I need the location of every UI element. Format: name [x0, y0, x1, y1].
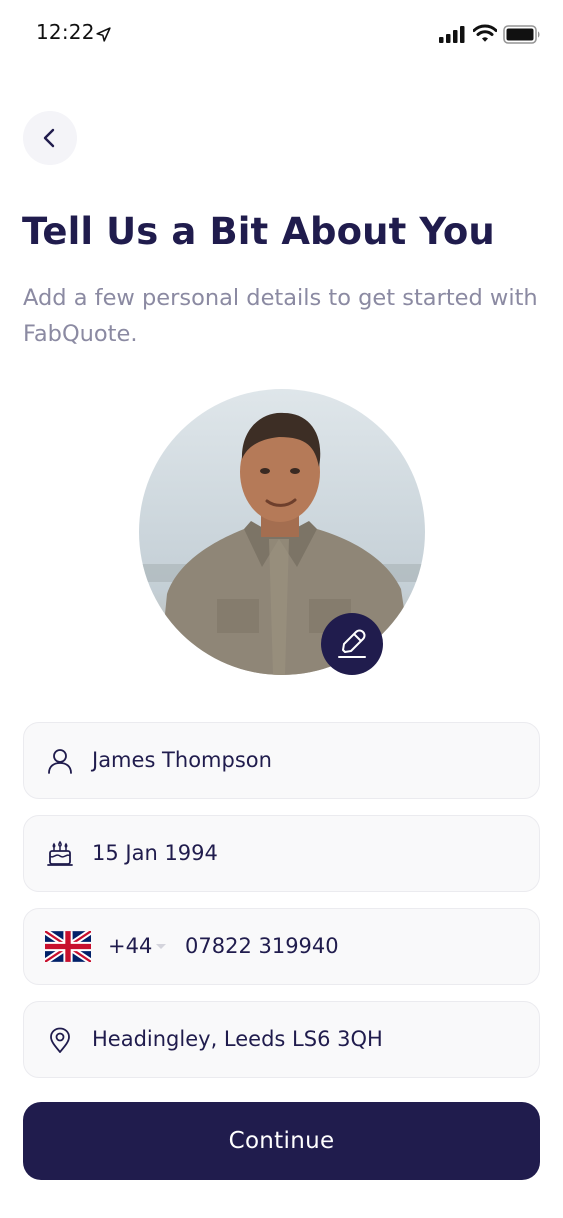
back-button[interactable]	[23, 111, 77, 165]
chevron-down-icon[interactable]	[155, 943, 167, 951]
address-value: Headingley, Leeds LS6 3QH	[92, 1027, 383, 1051]
phone-field[interactable]: +44 07822 319940	[23, 908, 540, 985]
address-field[interactable]: Headingley, Leeds LS6 3QH	[23, 1001, 540, 1078]
birthdate-value: 15 Jan 1994	[92, 841, 218, 865]
dial-code[interactable]: +44	[108, 909, 152, 984]
page-subtitle: Add a few personal details to get starte…	[23, 285, 538, 347]
signal-icon	[439, 26, 465, 43]
location-pin-icon	[46, 1026, 74, 1054]
name-value: James Thompson	[92, 748, 272, 772]
page-title: Tell Us a Bit About You	[22, 210, 495, 253]
uk-flag-icon[interactable]	[45, 931, 91, 962]
location-arrow-icon	[96, 27, 111, 42]
status-time: 12:22	[36, 20, 95, 44]
status-bar: 12:22	[0, 0, 563, 70]
continue-button[interactable]: Continue	[23, 1102, 540, 1180]
battery-icon	[503, 25, 540, 44]
avatar[interactable]	[139, 389, 425, 675]
birthday-cake-icon	[46, 840, 74, 868]
name-field[interactable]: James Thompson	[23, 722, 540, 799]
phone-number-value: 07822 319940	[185, 934, 339, 958]
pencil-icon	[338, 629, 366, 658]
chevron-left-icon	[43, 128, 55, 148]
birthdate-field[interactable]: 15 Jan 1994	[23, 815, 540, 892]
edit-photo-button[interactable]	[321, 613, 383, 675]
wifi-icon	[473, 24, 497, 42]
user-icon	[46, 747, 74, 775]
profile-photo	[139, 389, 425, 675]
